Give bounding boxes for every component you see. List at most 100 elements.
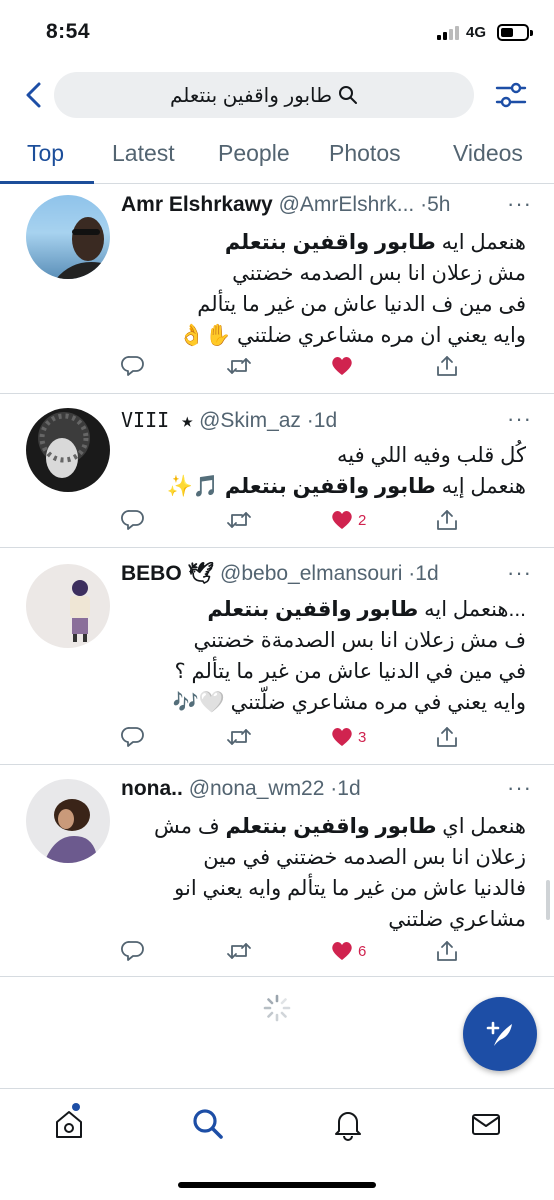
filter-button[interactable] — [494, 78, 528, 112]
home-icon — [56, 1111, 82, 1138]
reply-icon — [121, 941, 144, 961]
reply-icon — [121, 356, 144, 376]
tweet-time: ·1d — [408, 562, 439, 585]
heart-icon — [332, 511, 352, 529]
like-count: 2 — [358, 511, 367, 529]
share-icon — [437, 727, 457, 747]
network-label: 4G — [466, 24, 487, 41]
share-button[interactable] — [435, 355, 459, 377]
tab-photos[interactable]: Photos — [329, 140, 401, 167]
like-button[interactable]: 6 — [330, 940, 366, 962]
tweet-actions: 6 — [121, 940, 461, 968]
back-button[interactable] — [18, 78, 48, 112]
status-bar: 8:54 4G — [0, 0, 554, 64]
search-input[interactable]: طابور واقفين بنتعلم — [54, 72, 474, 118]
share-button[interactable] — [435, 940, 459, 962]
search-icon — [193, 1109, 223, 1139]
heart-icon — [332, 728, 352, 746]
more-options-button[interactable]: ··· — [507, 560, 532, 586]
reply-button[interactable] — [121, 509, 145, 531]
compose-feather-icon — [486, 1021, 512, 1046]
tweet-time: ·5h — [420, 193, 451, 216]
more-options-button[interactable]: ··· — [507, 775, 532, 801]
heart-icon — [332, 357, 352, 375]
search-query: طابور واقفين بنتعلم — [169, 84, 333, 107]
status-time: 8:54 — [46, 20, 91, 43]
bell-icon — [335, 1112, 361, 1141]
tweet-author-name[interactable]: Amr Elshrkawy — [121, 193, 273, 216]
notification-dot — [72, 1103, 80, 1111]
share-button[interactable] — [435, 509, 459, 531]
tweet-text: هنعمل اي طابور واقفين بنتعلم ف مش زعلان … — [154, 815, 526, 931]
search-header: طابور واقفين بنتعلم — [0, 70, 554, 120]
retweet-icon — [227, 943, 251, 959]
tab-top[interactable]: Top — [27, 140, 64, 167]
search-tabs: Top Latest People Photos Videos — [0, 130, 554, 184]
tab-videos[interactable]: Videos — [453, 140, 523, 167]
tweet-text: هنعمل ايه طابور واقفين بنتعلم مش زعلان ا… — [178, 231, 526, 347]
avatar[interactable] — [26, 564, 110, 648]
tweet-time: ·1d — [306, 409, 338, 432]
active-tab-indicator — [0, 181, 94, 184]
mail-icon — [472, 1114, 500, 1135]
reply-button[interactable] — [121, 726, 145, 748]
tweet-handle: @Skim_az — [199, 409, 301, 432]
like-count: 6 — [358, 942, 367, 960]
tweet-author-name[interactable]: nona.. — [121, 777, 183, 800]
avatar[interactable] — [26, 408, 110, 492]
tab-latest[interactable]: Latest — [112, 140, 175, 167]
more-options-button[interactable]: ··· — [507, 406, 532, 432]
heart-icon — [332, 942, 352, 960]
tweet-handle: @nona_wm22 — [188, 777, 325, 800]
retweet-button[interactable] — [226, 355, 252, 377]
retweet-icon — [227, 358, 251, 374]
retweet-button[interactable] — [226, 940, 252, 962]
like-button[interactable]: 2 — [330, 509, 366, 531]
search-icon — [339, 86, 358, 104]
tweet-handle: @bebo_elmansouri — [220, 562, 403, 585]
battery-icon — [497, 24, 533, 41]
more-options-button[interactable]: ··· — [507, 191, 532, 217]
scroll-indicator — [546, 880, 550, 920]
share-icon — [437, 356, 457, 376]
nav-search[interactable] — [191, 1107, 225, 1141]
reply-button[interactable] — [121, 940, 145, 962]
home-indicator — [178, 1182, 376, 1188]
loading-spinner-icon — [263, 994, 291, 1022]
tweet[interactable]: Amr Elshrkawy @AmrElshrk... ·5h ··· هنعم… — [0, 185, 554, 394]
reply-icon — [121, 510, 144, 530]
sliders-icon — [495, 82, 527, 108]
tweet[interactable]: VIII ★ @Skim_az ·1d ··· كُل قلب وفيه الل… — [0, 394, 554, 548]
tweet-time: ·1d — [330, 777, 361, 800]
retweet-icon — [227, 729, 251, 745]
like-button[interactable] — [330, 355, 358, 377]
tweet-author-name[interactable]: VIII ★ — [121, 408, 193, 432]
nav-home[interactable] — [52, 1103, 86, 1141]
tweet[interactable]: nona.. @nona_wm22 ·1d ··· هنعمل اي طابور… — [0, 765, 554, 977]
tweet-actions: 3 — [121, 726, 461, 754]
share-icon — [437, 510, 457, 530]
compose-tweet-button[interactable] — [463, 997, 537, 1071]
reply-icon — [121, 727, 144, 747]
tweet-text: ...هنعمل ايه طابور واقفين بنتعلم ف مش زع… — [172, 598, 526, 714]
tweet-text: كُل قلب وفيه اللي فيه هنعمل إيه طابور وا… — [166, 444, 526, 498]
tab-people[interactable]: People — [218, 140, 290, 167]
like-count: 3 — [358, 728, 367, 746]
nav-notifications[interactable] — [331, 1107, 365, 1141]
retweet-button[interactable] — [226, 509, 252, 531]
retweet-icon — [227, 512, 251, 528]
avatar[interactable] — [26, 195, 110, 279]
share-icon — [437, 941, 457, 961]
tweet-author-name[interactable]: BEBO 🕊 — [121, 562, 214, 585]
chevron-left-icon — [26, 82, 41, 108]
tweet[interactable]: BEBO 🕊 @bebo_elmansouri ·1d ··· ...هنعمل… — [0, 548, 554, 765]
like-button[interactable]: 3 — [330, 726, 366, 748]
nav-messages[interactable] — [469, 1107, 503, 1141]
tweet-actions: 2 — [121, 509, 461, 537]
tweet-actions — [121, 355, 461, 383]
share-button[interactable] — [435, 726, 459, 748]
signal-icon — [437, 26, 459, 40]
reply-button[interactable] — [121, 355, 145, 377]
retweet-button[interactable] — [226, 726, 252, 748]
avatar[interactable] — [26, 779, 110, 863]
